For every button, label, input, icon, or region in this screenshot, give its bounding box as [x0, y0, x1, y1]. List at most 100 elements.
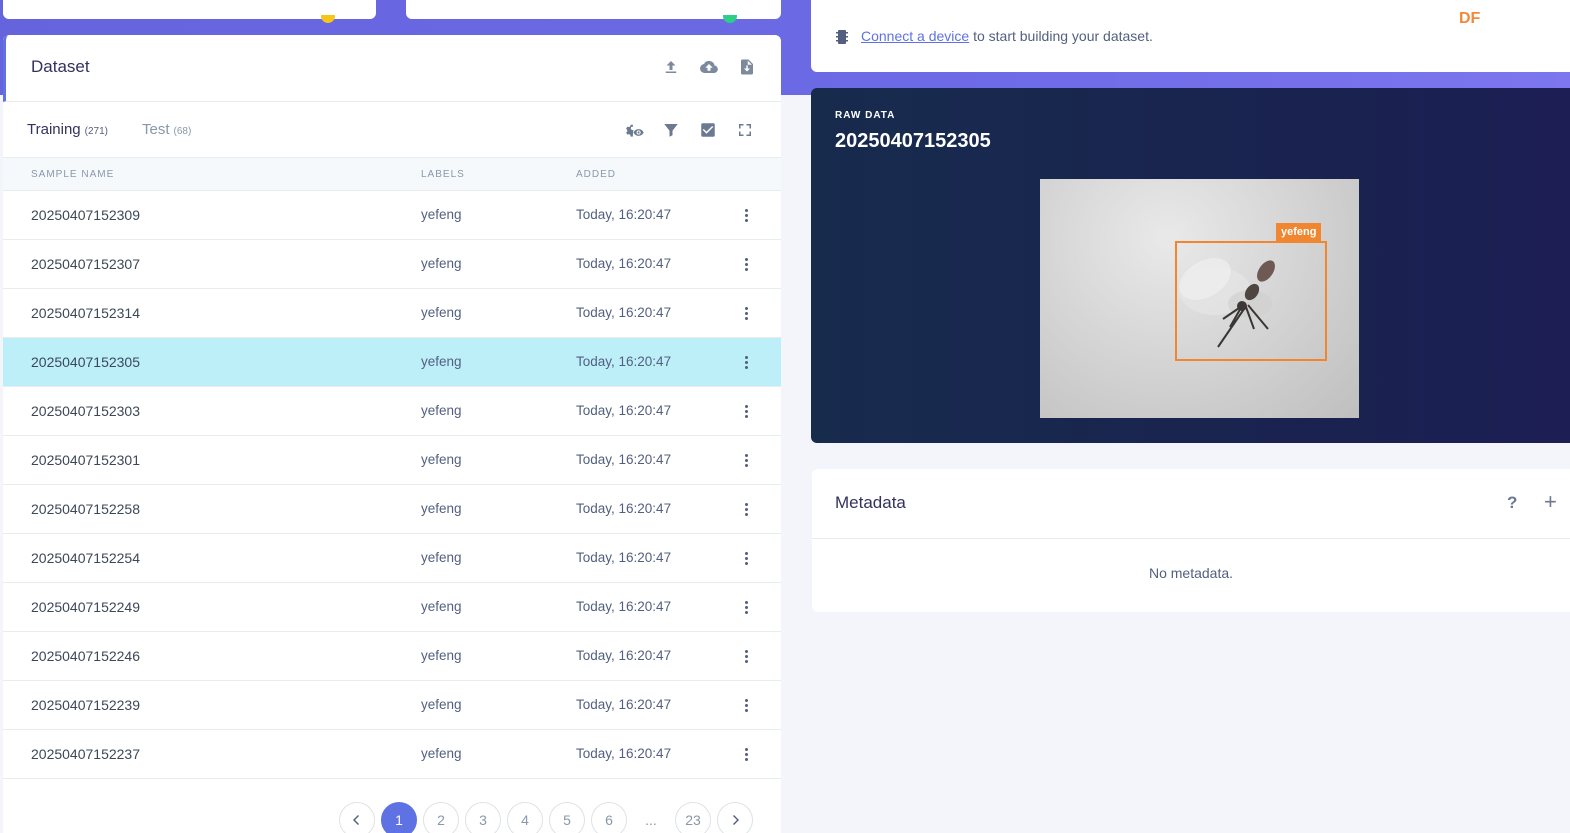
- add-metadata-icon[interactable]: +: [1544, 489, 1557, 515]
- bounding-box[interactable]: [1175, 241, 1327, 361]
- column-sample-name[interactable]: SAMPLE NAME: [31, 169, 114, 180]
- table-row[interactable]: 20250407152307 yefeng Today, 16:20:47: [3, 240, 781, 289]
- sample-label: yefeng: [421, 403, 462, 418]
- more-vert-icon[interactable]: [740, 696, 752, 714]
- tab-test[interactable]: Test (68): [142, 121, 191, 138]
- connect-device-message: Connect a device to start building your …: [861, 28, 1153, 44]
- fullscreen-icon[interactable]: [735, 120, 755, 140]
- sample-name: 20250407152305: [31, 354, 141, 370]
- table-row-selected[interactable]: 20250407152305 yefeng Today, 16:20:47: [3, 338, 781, 387]
- sample-added: Today, 16:20:47: [576, 305, 672, 320]
- sample-added: Today, 16:20:47: [576, 746, 672, 761]
- sample-name: 20250407152249: [31, 599, 141, 615]
- connect-device-card: Connect a device to start building your …: [811, 0, 1570, 72]
- more-vert-icon[interactable]: [740, 598, 752, 616]
- sample-label: yefeng: [421, 599, 462, 614]
- table-row[interactable]: 20250407152258 yefeng Today, 16:20:47: [3, 485, 781, 534]
- summary-card-left: [3, 0, 376, 23]
- sample-label: yefeng: [421, 501, 462, 516]
- table-row[interactable]: 20250407152314 yefeng Today, 16:20:47: [3, 289, 781, 338]
- tab-training-label: Training: [27, 121, 81, 138]
- raw-data-title: 20250407152305: [835, 130, 991, 152]
- tab-training[interactable]: Training (271): [27, 121, 108, 138]
- page-button-5[interactable]: 5: [549, 802, 585, 833]
- more-vert-icon[interactable]: [740, 745, 752, 763]
- summary-card-right: [406, 0, 781, 23]
- metadata-header: Metadata ? +: [812, 469, 1570, 539]
- sample-label: yefeng: [421, 648, 462, 663]
- table-row[interactable]: 20250407152239 yefeng Today, 16:20:47: [3, 681, 781, 730]
- table-row[interactable]: 20250407152303 yefeng Today, 16:20:47: [3, 387, 781, 436]
- sample-added: Today, 16:20:47: [576, 648, 672, 663]
- page-ellipsis: ...: [645, 812, 657, 828]
- sample-label: yefeng: [421, 550, 462, 565]
- more-vert-icon[interactable]: [740, 304, 752, 322]
- more-vert-icon[interactable]: [740, 451, 752, 469]
- metadata-empty-message: No metadata.: [1148, 565, 1234, 581]
- sample-label: yefeng: [421, 452, 462, 467]
- sample-added: Today, 16:20:47: [576, 550, 672, 565]
- connect-device-rest: to start building your dataset.: [969, 28, 1153, 44]
- page-button-6[interactable]: 6: [591, 802, 627, 833]
- sample-image: yefeng: [1040, 179, 1359, 418]
- table-actions: [624, 120, 755, 140]
- sample-added: Today, 16:20:47: [576, 256, 672, 271]
- sample-added: Today, 16:20:47: [576, 697, 672, 712]
- sample-label: yefeng: [421, 256, 462, 271]
- page-button-1[interactable]: 1: [381, 802, 417, 833]
- table-row[interactable]: 20250407152254 yefeng Today, 16:20:47: [3, 534, 781, 583]
- more-vert-icon[interactable]: [740, 500, 752, 518]
- page-button-2[interactable]: 2: [423, 802, 459, 833]
- more-vert-icon[interactable]: [740, 549, 752, 567]
- table-body: 20250407152309 yefeng Today, 16:20:47 20…: [3, 191, 781, 779]
- dataset-actions: [661, 57, 757, 77]
- sample-label: yefeng: [421, 354, 462, 369]
- help-icon[interactable]: ?: [1507, 493, 1517, 513]
- table-row[interactable]: 20250407152301 yefeng Today, 16:20:47: [3, 436, 781, 485]
- settings-view-icon[interactable]: [624, 120, 644, 140]
- table-row[interactable]: 20250407152249 yefeng Today, 16:20:47: [3, 583, 781, 632]
- raw-data-label: RAW DATA: [835, 110, 896, 121]
- sample-name: 20250407152237: [31, 746, 141, 762]
- sample-label: yefeng: [421, 207, 462, 222]
- table-row[interactable]: 20250407152309 yefeng Today, 16:20:47: [3, 191, 781, 240]
- connect-device-link[interactable]: Connect a device: [861, 28, 969, 44]
- dataset-tabs: Training (271) Test (68): [3, 102, 781, 158]
- df-logo: DF: [1459, 10, 1481, 27]
- sample-label: yefeng: [421, 746, 462, 761]
- upload-icon[interactable]: [661, 57, 681, 77]
- sample-name: 20250407152246: [31, 648, 141, 664]
- chevron-right-icon[interactable]: [717, 802, 753, 833]
- table-header: SAMPLE NAME LABELS ADDED: [3, 158, 781, 191]
- select-checkbox-icon[interactable]: [698, 120, 718, 140]
- more-vert-icon[interactable]: [740, 647, 752, 665]
- page-button-3[interactable]: 3: [465, 802, 501, 833]
- table-row[interactable]: 20250407152246 yefeng Today, 16:20:47: [3, 632, 781, 681]
- sample-label: yefeng: [421, 305, 462, 320]
- sample-label: yefeng: [421, 697, 462, 712]
- more-vert-icon[interactable]: [740, 402, 752, 420]
- page-button-4[interactable]: 4: [507, 802, 543, 833]
- table-row[interactable]: 20250407152237 yefeng Today, 16:20:47: [3, 730, 781, 779]
- filter-icon[interactable]: [661, 120, 681, 140]
- sample-name: 20250407152307: [31, 256, 141, 272]
- page-button-23[interactable]: 23: [675, 802, 711, 833]
- bounding-box-label: yefeng: [1276, 223, 1322, 241]
- cloud-upload-icon[interactable]: [699, 57, 719, 77]
- dataset-header: Dataset: [3, 35, 781, 102]
- export-file-icon[interactable]: [737, 57, 757, 77]
- more-vert-icon[interactable]: [740, 206, 752, 224]
- pagination: 1 2 3 4 5 6 ... 23: [339, 802, 753, 833]
- column-added[interactable]: ADDED: [576, 169, 616, 180]
- sample-added: Today, 16:20:47: [576, 452, 672, 467]
- sample-name: 20250407152239: [31, 697, 141, 713]
- sample-name: 20250407152258: [31, 501, 141, 517]
- metadata-title: Metadata: [835, 493, 906, 512]
- dataset-title: Dataset: [31, 57, 90, 76]
- sample-added: Today, 16:20:47: [576, 403, 672, 418]
- more-vert-icon[interactable]: [740, 255, 752, 273]
- chevron-left-icon[interactable]: [339, 802, 375, 833]
- sample-name: 20250407152303: [31, 403, 141, 419]
- column-labels[interactable]: LABELS: [421, 169, 465, 180]
- more-vert-icon[interactable]: [740, 353, 752, 371]
